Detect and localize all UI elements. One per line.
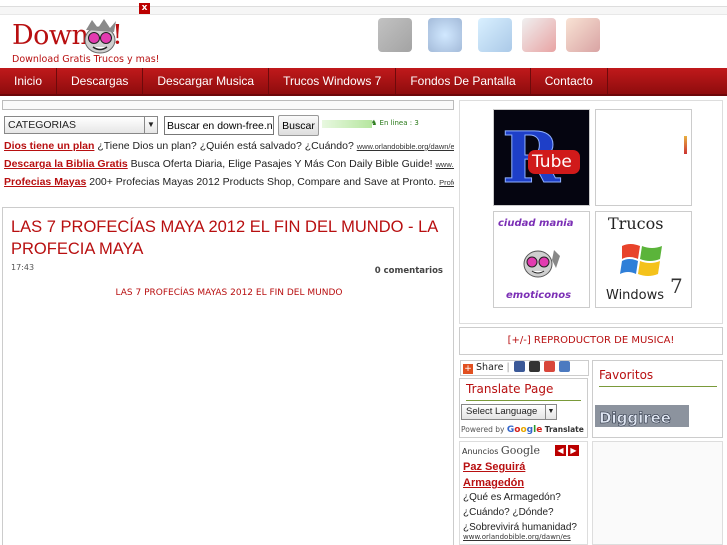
google-ads-wordmark: Google: [500, 444, 541, 457]
banner-strip: [2, 100, 454, 110]
empty-panel: [592, 441, 723, 545]
ad-url[interactable]: Profecias.Pronto: [439, 178, 454, 187]
language-select[interactable]: Select Language ▼: [461, 404, 557, 420]
tagline: Download Gratis Trucos y mas!: [12, 54, 160, 65]
share-link[interactable]: Share: [476, 362, 503, 373]
close-icon[interactable]: x: [139, 3, 150, 14]
online-indicator-bar: [322, 120, 372, 128]
translate-widget: Translate Page Select Language ▼ Powered…: [459, 378, 588, 438]
trucos-windows-thumb[interactable]: Trucos Windows 7: [595, 211, 692, 308]
share-bar: + Share |: [460, 360, 589, 376]
ad-next-icon[interactable]: ▶: [568, 445, 579, 456]
top-strip: [0, 6, 727, 15]
myspace-icon[interactable]: [528, 361, 540, 372]
category-select-value: CATEGORIAS: [8, 119, 77, 131]
favoritos-title: Favoritos: [599, 368, 654, 382]
thumbnail-grid: R Tube ciudad mania emoticonos Trucos Wi…: [459, 100, 723, 324]
ciudad-mania-thumb[interactable]: ciudad mania emoticonos: [493, 211, 590, 308]
nav-fondos-de-pantalla[interactable]: Fondos De Pantalla: [396, 68, 531, 94]
ciudad-mania-text: ciudad mania: [498, 218, 574, 229]
nav-contacto[interactable]: Contacto: [531, 68, 608, 94]
search-input[interactable]: [164, 116, 274, 135]
google-wordmark: Google: [506, 425, 543, 435]
main-nav: Inicio Descargas Descargar Musica Trucos…: [0, 68, 727, 96]
favoritos-logo-icon[interactable]: Diggiree: [595, 397, 689, 429]
ads-label-text: Anuncios: [462, 447, 499, 456]
header-disc-icon: [428, 18, 462, 52]
small-mark-icon: [684, 136, 687, 154]
mascot-icon: [84, 19, 116, 54]
online-icon: ♞: [371, 119, 378, 127]
ad-title-link[interactable]: Paz Seguirá Armagedón: [463, 459, 573, 491]
ad-url[interactable]: www.DailyBibleGu: [436, 160, 455, 169]
post-title[interactable]: LAS 7 PROFECÍAS MAYA 2012 EL FIN DEL MUN…: [11, 216, 441, 260]
post-comments-link[interactable]: 0 comentarios: [375, 266, 443, 276]
language-select-value: Select Language: [466, 406, 538, 417]
translate-word: Translate: [544, 425, 584, 434]
ad-url[interactable]: www.orlandobible.org/dawn/es: [357, 142, 454, 151]
header-box-icon: [478, 18, 512, 52]
delicious-icon[interactable]: [558, 361, 570, 372]
nav-descargas[interactable]: Descargas: [57, 68, 144, 94]
emoticon-mascot-icon: [523, 250, 560, 278]
online-text: En linea : 3: [379, 119, 419, 127]
ad-text: 200+ Profecias Mayas 2012 Products Shop,…: [86, 176, 440, 188]
ad-link[interactable]: Descarga la Biblia Gratis: [4, 158, 128, 170]
favoritos-logo-text: Diggiree: [599, 409, 671, 427]
site-header: Down e! Download Gratis Trucos y mas!: [0, 16, 727, 68]
google-icon[interactable]: [543, 361, 555, 372]
favoritos-widget: Favoritos Diggiree: [592, 360, 723, 438]
online-count: ♞ En linea : 3: [371, 119, 419, 127]
header-software-icon: [378, 18, 412, 52]
category-select[interactable]: CATEGORIAS ▼: [4, 116, 158, 134]
search-button[interactable]: Buscar: [278, 115, 319, 136]
plus-icon[interactable]: +: [463, 364, 473, 374]
post-time: 17:43: [11, 263, 35, 272]
ad-prev-icon[interactable]: ◀: [555, 445, 566, 456]
ad-line: Descarga la Biblia Gratis Busca Oferta D…: [4, 158, 454, 170]
nav-descargar-musica[interactable]: Descargar Musica: [143, 68, 270, 94]
rtube-thumb[interactable]: R Tube: [493, 109, 590, 206]
ad-link[interactable]: Dios tiene un plan: [4, 140, 94, 152]
blog-post: LAS 7 PROFECÍAS MAYA 2012 EL FIN DEL MUN…: [2, 207, 454, 545]
blank-thumb[interactable]: [595, 109, 692, 206]
powered-by-google: Powered by Google Translate: [461, 425, 584, 435]
windows-version: 7: [670, 274, 683, 298]
facebook-icon[interactable]: [513, 361, 525, 372]
ad-link[interactable]: Profecias Mayas: [4, 176, 86, 188]
trucos-text: Trucos: [608, 214, 664, 233]
rtube-text: Tube: [532, 152, 572, 172]
windows-logo-icon: [620, 244, 662, 276]
header-package-icon: [566, 18, 600, 52]
ads-by-google-label: Anuncios Google: [462, 444, 540, 457]
nav-inicio[interactable]: Inicio: [0, 68, 58, 94]
post-subtitle: LAS 7 PROFECÍAS MAYAS 2012 EL FIN DEL MU…: [115, 288, 343, 298]
ad-body-text: ¿Qué es Armagedón? ¿Cuándo? ¿Dónde? ¿Sob…: [463, 492, 577, 533]
ad-line: Profecias Mayas 200+ Profecias Mayas 201…: [4, 176, 454, 188]
header-app-icon: [522, 18, 556, 52]
windows-text: Windows: [606, 288, 665, 303]
divider: [466, 400, 581, 401]
emoticonos-text: emoticonos: [506, 290, 572, 301]
ad-url[interactable]: www.orlandobible.org/dawn/es: [463, 533, 571, 541]
music-player-toggle[interactable]: [+/-] REPRODUCTOR DE MUSICA!: [459, 327, 723, 355]
google-ad-block: Anuncios Google ◀ ▶ Paz Seguirá Armagedó…: [459, 441, 588, 545]
chevron-down-icon: ▼: [545, 405, 556, 419]
ad-line: Dios tiene un plan ¿Tiene Dios un plan? …: [4, 140, 454, 152]
nav-trucos-windows-7[interactable]: Trucos Windows 7: [269, 68, 397, 94]
divider: [599, 386, 717, 387]
powered-by-text: Powered by: [461, 425, 505, 434]
translate-title: Translate Page: [466, 382, 554, 396]
ad-text: ¿Tiene Dios un plan? ¿Quién está salvado…: [94, 140, 357, 152]
ad-text: Busca Oferta Diaria, Elige Pasajes Y Más…: [127, 158, 436, 170]
chevron-down-icon: ▼: [144, 117, 157, 133]
